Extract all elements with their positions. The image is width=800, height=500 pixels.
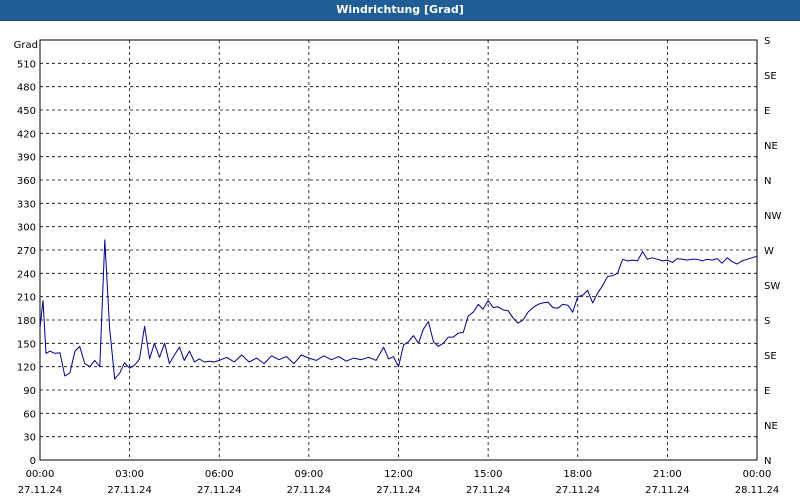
x-tick-time-label: 15:00 <box>474 469 503 480</box>
x-tick-time-label: 21:00 <box>653 469 682 480</box>
compass-tick-label: N <box>764 456 771 467</box>
x-tick-time-label: 12:00 <box>384 469 413 480</box>
y-tick-label: 360 <box>17 176 36 187</box>
y-tick-label: 450 <box>17 106 36 117</box>
x-tick-date-label: 27.11.24 <box>107 485 152 496</box>
y-tick-labels: 0 30 60 90 120 150 180 210 240 270 300 330 360 390 420… <box>17 59 36 467</box>
y-tick-label: 30 <box>23 433 36 444</box>
compass-tick-label: W <box>764 246 774 257</box>
x-tick-date-label: 27.11.24 <box>376 485 421 496</box>
x-tick-date-label: 27.11.24 <box>18 485 63 496</box>
compass-tick-label: NE <box>764 141 778 152</box>
y-tick-label: 150 <box>17 339 36 350</box>
compass-tick-label: SE <box>764 351 777 362</box>
x-tick-date-label: 28.11.24 <box>735 485 780 496</box>
y-tick-label: 210 <box>17 293 36 304</box>
x-tick-time-label: 00:00 <box>26 469 55 480</box>
y-tick-label: 480 <box>17 83 36 94</box>
x-tick-time-label: 03:00 <box>115 469 144 480</box>
y-tick-label: 60 <box>23 409 36 420</box>
x-tick-date-label: 27.11.24 <box>287 485 332 496</box>
compass-tick-label: NW <box>764 211 781 222</box>
compass-tick-label: NE <box>764 421 778 432</box>
compass-tick-label: SE <box>764 71 777 82</box>
x-tick-date-label: 27.11.24 <box>197 485 242 496</box>
y-tick-label: 510 <box>17 59 36 70</box>
compass-tick-label: SW <box>764 281 780 292</box>
y-tick-label: 300 <box>17 223 36 234</box>
y-tick-label: 240 <box>17 269 36 280</box>
y-tick-label: 0 <box>30 456 36 467</box>
compass-tick-label: N <box>764 176 771 187</box>
x-tick-time-label: 09:00 <box>294 469 323 480</box>
compass-tick-labels: N NE E SE S SW W NW N NE E SE S <box>764 36 781 467</box>
y-tick-label: 90 <box>23 386 36 397</box>
y-tick-label: 270 <box>17 246 36 257</box>
x-tick-date-label: 27.11.24 <box>466 485 511 496</box>
y-tick-label: 390 <box>17 153 36 164</box>
y-axis-label: Grad <box>14 40 38 51</box>
y-tick-label: 180 <box>17 316 36 327</box>
y-tick-label: 330 <box>17 199 36 210</box>
x-tick-date-label: 27.11.24 <box>555 485 600 496</box>
x-tick-time-label: 00:00 <box>743 469 772 480</box>
x-tick-time-label: 06:00 <box>205 469 234 480</box>
wind-direction-chart: Grad 0 30 60 90 120 150 180 210 240 270 300 330 360 3… <box>14 36 782 496</box>
compass-tick-label: S <box>764 36 770 47</box>
x-tick-labels: 00:00 27.11.24 03:00 27.11.24 06:00 27.11.24 0… <box>18 469 780 496</box>
compass-tick-label: E <box>764 106 770 117</box>
x-tick-date-label: 27.11.24 <box>645 485 690 496</box>
compass-tick-label: S <box>764 316 770 327</box>
grid-layer <box>40 40 757 460</box>
y-tick-label: 420 <box>17 129 36 140</box>
x-tick-time-label: 18:00 <box>563 469 592 480</box>
y-tick-label: 120 <box>17 363 36 374</box>
compass-tick-label: E <box>764 386 770 397</box>
